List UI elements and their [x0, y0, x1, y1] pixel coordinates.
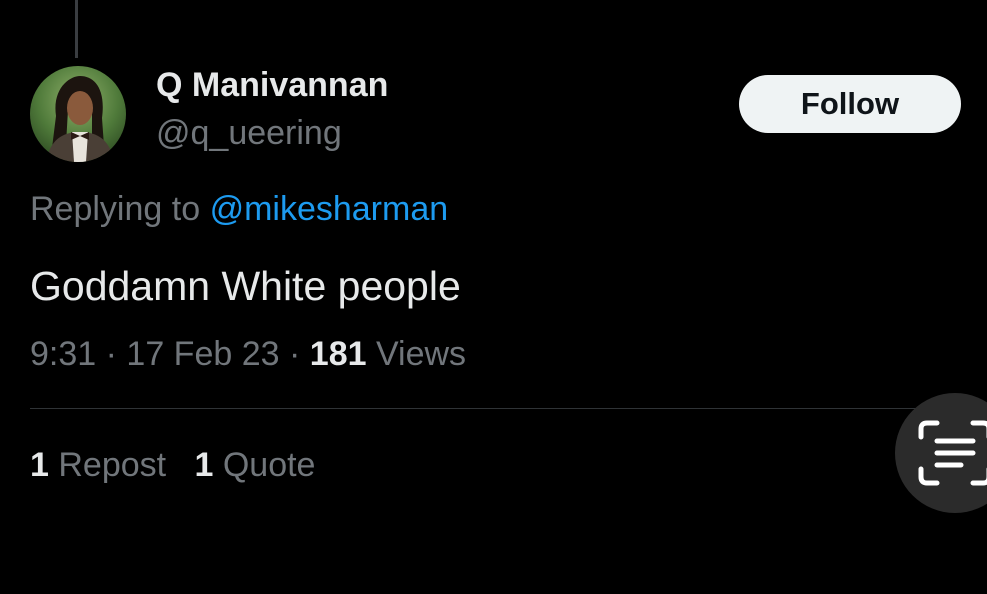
replying-to-line: Replying to @mikesharman — [30, 190, 448, 229]
replying-prefix: Replying to — [30, 190, 201, 228]
meta-separator: · — [105, 335, 117, 373]
views-label: Views — [375, 335, 467, 373]
meta-separator: · — [289, 335, 301, 373]
text-scan-button[interactable] — [895, 393, 987, 513]
quotes-stat[interactable]: 1 Quote — [194, 446, 315, 484]
reposts-stat[interactable]: 1 Repost — [30, 446, 176, 484]
thread-connector-line — [75, 0, 78, 58]
text-scan-icon — [918, 420, 987, 486]
tweet-time[interactable]: 9:31 — [30, 335, 96, 373]
engagement-stats: 1 Repost 1 Quote — [30, 446, 315, 485]
tweet-date[interactable]: 17 Feb 23 — [126, 335, 279, 373]
follow-button[interactable]: Follow — [739, 75, 961, 133]
avatar[interactable] — [30, 66, 126, 162]
quotes-count: 1 — [194, 446, 214, 484]
replying-to-mention-link[interactable]: @mikesharman — [210, 190, 449, 228]
tweet-meta: 9:31 · 17 Feb 23 · 181 Views — [30, 335, 466, 374]
views-count: 181 — [309, 335, 367, 373]
author-display-name[interactable]: Q Manivannan — [156, 66, 388, 105]
reposts-count: 1 — [30, 446, 49, 484]
quotes-label: Quote — [222, 446, 316, 484]
author-handle[interactable]: @q_ueering — [156, 114, 342, 153]
divider — [30, 408, 960, 409]
reposts-label: Repost — [58, 446, 167, 484]
avatar-image — [30, 66, 126, 162]
tweet-text: Goddamn White people — [30, 263, 461, 309]
